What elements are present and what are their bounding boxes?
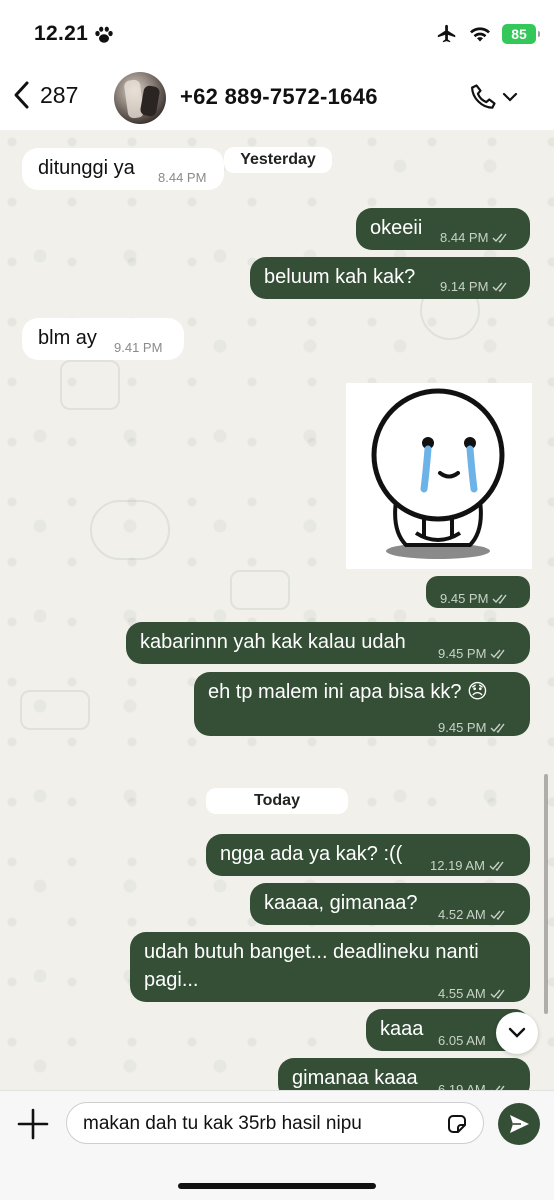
message-text: ditunggi ya	[38, 157, 135, 179]
home-indicator	[178, 1183, 376, 1189]
message-bubble-outgoing[interactable]: kabarinnn yah kak kalau udah 9.45 PM	[126, 622, 530, 664]
read-ticks-icon	[492, 594, 507, 604]
contact-name[interactable]: +62 889-7572-1646	[180, 84, 378, 110]
wifi-icon	[470, 27, 490, 42]
message-bubble-outgoing[interactable]: beluum kah kak? 9.14 PM	[250, 257, 530, 299]
wallpaper-doodle	[90, 500, 170, 560]
status-time: 12.21	[34, 22, 89, 45]
message-text-line-1: udah butuh banget... deadlineku nanti	[144, 941, 479, 963]
read-ticks-icon	[489, 861, 504, 871]
message-time: 4.55 AM	[438, 986, 486, 1001]
back-button[interactable]: 287	[12, 80, 78, 110]
message-meta: 6.19 AM	[438, 1076, 508, 1090]
message-text: eh tp malem ini apa bisa kk? 😞	[208, 681, 488, 703]
message-time: 9.45 PM	[440, 591, 489, 606]
message-time: 8.44 PM	[440, 230, 489, 245]
message-meta: 4.52 AM	[438, 901, 508, 929]
airplane-icon	[437, 24, 456, 43]
message-time: 8.44 PM	[158, 170, 207, 185]
crying-character-sticker	[371, 388, 505, 559]
sticker-icon[interactable]	[445, 1112, 469, 1136]
message-time: 9.14 PM	[440, 279, 489, 294]
battery-icon: 85	[502, 24, 540, 44]
send-button[interactable]	[498, 1103, 540, 1145]
message-bubble-incoming[interactable]: ditunggi ya 8.44 PM	[22, 148, 224, 190]
message-meta: 9.45 PM	[438, 714, 508, 742]
message-input[interactable]	[83, 1109, 427, 1139]
message-text: kabarinnn yah kak kalau udah	[140, 631, 406, 653]
message-bubble-outgoing[interactable]: okeeii 8.44 PM	[356, 208, 530, 250]
read-ticks-icon	[492, 233, 507, 243]
read-ticks-icon	[490, 989, 505, 999]
unread-count: 287	[40, 81, 79, 108]
message-bubble-outgoing[interactable]: gimanaa kaaa 6.19 AM	[278, 1058, 530, 1090]
message-time: 6.05 AM	[438, 1033, 486, 1048]
message-meta: 8.44 PM	[440, 224, 510, 252]
message-time: 9.41 PM	[114, 340, 163, 355]
contact-avatar[interactable]	[114, 72, 166, 124]
message-meta: 12.19 AM	[430, 852, 507, 880]
plus-icon[interactable]	[14, 1105, 52, 1143]
message-text: kaaa	[380, 1018, 424, 1040]
message-bubble-outgoing[interactable]: ngga ada ya kak? :(( 12.19 AM	[206, 834, 530, 876]
status-bar: 12.21 85	[0, 0, 554, 64]
sticker-meta-bubble: 9.45 PM	[426, 576, 530, 608]
composer-bar	[0, 1090, 554, 1200]
message-text: ngga ada ya kak? :((	[220, 843, 403, 865]
chevron-down-icon	[502, 92, 518, 102]
back-chevron-icon	[14, 81, 29, 109]
message-time: 9.45 PM	[438, 720, 487, 735]
read-ticks-icon	[490, 649, 505, 659]
battery-level: 85	[511, 26, 527, 42]
send-icon	[510, 1115, 529, 1133]
message-bubble-incoming[interactable]: blm ay 9.41 PM	[22, 318, 184, 360]
day-separator-today: Today	[206, 788, 348, 814]
wallpaper-doodle	[60, 360, 120, 410]
message-meta: 9.14 PM	[440, 273, 510, 301]
read-ticks-icon	[490, 723, 505, 733]
call-button[interactable]	[468, 82, 518, 112]
message-time: 9.45 PM	[438, 646, 487, 661]
message-text: blm ay	[38, 327, 97, 349]
chat-header: 287 +62 889-7572-1646	[0, 64, 554, 130]
scrollbar-thumb[interactable]	[544, 774, 548, 1014]
message-bubble-outgoing[interactable]: eh tp malem ini apa bisa kk? 😞 9.45 PM	[194, 672, 530, 736]
message-meta: 4.55 AM	[438, 980, 508, 1008]
chevron-down-icon	[508, 1027, 526, 1038]
phone-icon	[471, 84, 496, 109]
message-text: beluum kah kak?	[264, 266, 416, 288]
wallpaper-doodle	[230, 570, 290, 610]
message-text: kaaaa, gimanaa?	[264, 892, 418, 914]
message-bubble-outgoing[interactable]: kaaaa, gimanaa? 4.52 AM	[250, 883, 530, 925]
message-meta: 9.45 PM	[438, 640, 508, 668]
paw-icon	[95, 26, 113, 43]
read-ticks-icon	[492, 282, 507, 292]
message-time: 12.19 AM	[430, 858, 485, 873]
message-text: okeeii	[370, 217, 423, 239]
message-meta: 9.45 PM	[440, 585, 510, 613]
message-text: gimanaa kaaa	[292, 1067, 418, 1089]
wallpaper-doodle	[20, 690, 90, 730]
message-text-line-2: pagi...	[144, 969, 199, 991]
day-separator-yesterday: Yesterday	[224, 147, 332, 173]
sticker-message[interactable]	[346, 383, 532, 569]
message-time: 6.19 AM	[438, 1082, 486, 1090]
message-input-field[interactable]	[66, 1102, 484, 1144]
message-meta: 6.05 AM	[438, 1027, 486, 1055]
message-list[interactable]: ditunggi ya 8.44 PM Yesterday okeeii 8.4…	[0, 130, 554, 1090]
message-time: 4.52 AM	[438, 907, 486, 922]
read-ticks-icon	[490, 910, 505, 920]
scroll-to-bottom-button[interactable]	[496, 1012, 538, 1054]
message-bubble-outgoing[interactable]: udah butuh banget... deadlineku nanti pa…	[130, 932, 530, 1002]
